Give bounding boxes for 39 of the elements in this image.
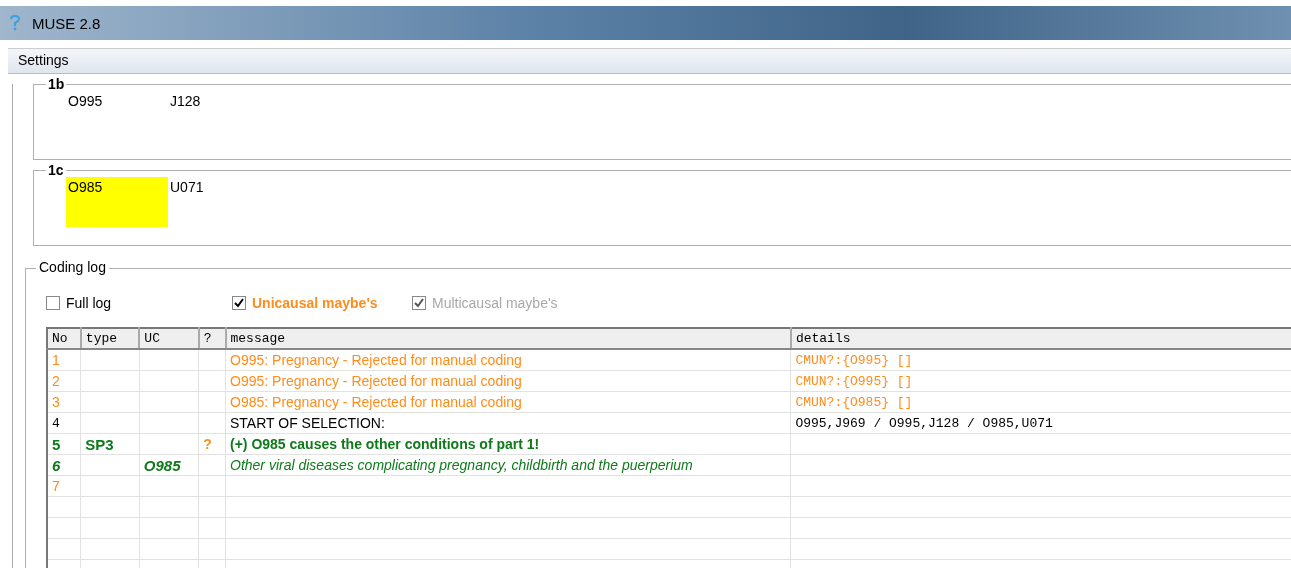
cause-code: O985 [143,456,181,474]
log-type: SP3 [85,435,114,453]
row-number: 1 [52,352,60,368]
question-mark: ? [203,436,212,452]
log-message: O995: Pregnancy - Rejected for manual coding [230,352,522,368]
part-label: 1c [46,162,66,178]
part-label: 1b [46,76,67,92]
column-header[interactable]: details [790,328,1291,349]
log-details: CMUN?:{O995} [] [795,352,913,368]
log-message: O995: Pregnancy - Rejected for manual coding [230,373,522,389]
log-details: CMUN?:{O985} [] [795,394,913,410]
column-header[interactable]: UC [139,328,199,349]
column-header[interactable]: ? [198,328,226,349]
row-number: 3 [52,394,60,410]
group-title: Coding log [36,259,109,275]
check-icon [234,298,244,308]
log-message: Other viral diseases complicating pregnancy, childbirth and the puerperium [230,457,693,473]
column-header[interactable]: No [47,328,81,349]
log-details: O995,J969 / O995,J128 / O985,U071 [795,415,1053,431]
row-number: 6 [52,456,61,474]
log-message: O985: Pregnancy - Rejected for manual coding [230,394,522,410]
log-message: (+) O985 causes the other conditions of part 1! [230,436,540,452]
row-number: 5 [52,435,61,453]
cause-code: U071 [169,178,205,197]
menu-item[interactable]: Settings [8,49,79,73]
window-title: MUSE 2.8 [32,14,101,32]
log-message: START OF SELECTION: [230,415,385,431]
row-number: 4 [52,415,60,431]
checkbox[interactable]: Full log [46,295,232,311]
row-number: 2 [52,373,60,389]
cause-code: J128 [169,92,202,111]
check-icon [414,298,424,308]
log-details: CMUN?:{O995} [] [795,373,913,389]
column-header[interactable]: type [80,328,140,349]
column-header[interactable]: message [225,328,791,349]
row-number: 7 [52,478,60,494]
cause-code: O985 [66,177,168,227]
cause-code: O995 [67,92,104,111]
help-icon [10,15,20,31]
